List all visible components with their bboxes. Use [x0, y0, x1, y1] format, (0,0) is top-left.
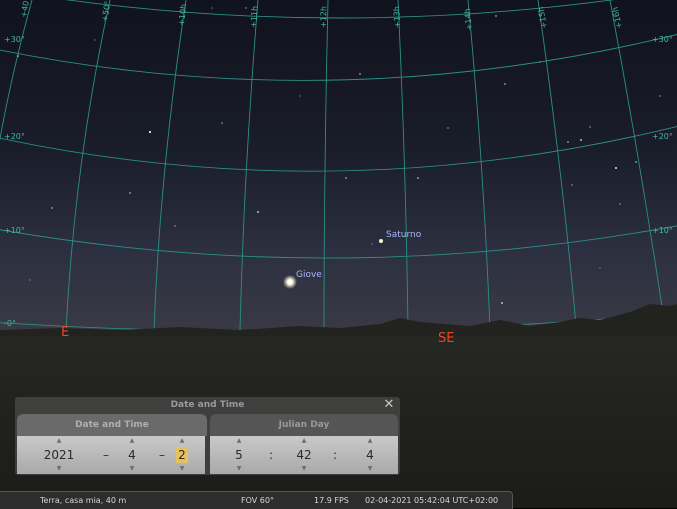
- arrow-up-icon[interactable]: ▲: [359, 437, 381, 445]
- arrow-down-icon[interactable]: ▼: [37, 465, 81, 473]
- cardinal-southeast: SE: [438, 331, 454, 346]
- minute-value[interactable]: 42: [290, 447, 318, 463]
- dialog-title: Date and Time: [170, 400, 245, 410]
- status-fov: FOV 60°: [241, 496, 274, 505]
- grid-label-top-3: +11h: [249, 6, 260, 29]
- second-spinbox[interactable]: ▲ 4 ▼: [359, 436, 381, 474]
- grid-label-top-4: +12h: [319, 6, 328, 28]
- cardinal-east: E: [61, 325, 69, 340]
- arrow-down-icon[interactable]: ▼: [176, 465, 188, 473]
- saturn-label: Saturno: [386, 230, 422, 240]
- date-time-dialog: Date and Time ✕ Date and Time Julian Day…: [15, 397, 400, 475]
- date-separator: –: [159, 448, 165, 462]
- hour-spinbox[interactable]: ▲ 5 ▼: [228, 436, 250, 474]
- arrow-up-icon[interactable]: ▲: [176, 437, 188, 445]
- status-location: Terra, casa mia, 40 m: [40, 496, 127, 505]
- jupiter-marker[interactable]: [287, 279, 293, 285]
- arrow-down-icon[interactable]: ▼: [121, 465, 143, 473]
- arrow-down-icon[interactable]: ▼: [359, 465, 381, 473]
- tab-date-time[interactable]: Date and Time: [17, 414, 207, 436]
- arrow-up-icon[interactable]: ▲: [228, 437, 250, 445]
- year-spinbox[interactable]: ▲ 2021 ▼: [37, 436, 81, 474]
- status-bar: Terra, casa mia, 40 m FOV 60° 17.9 FPS 0…: [0, 491, 513, 509]
- time-panel: ▲ 5 ▼ : ▲ 42 ▼ : ▲ 4 ▼: [210, 436, 398, 474]
- arrow-down-icon[interactable]: ▼: [290, 465, 318, 473]
- status-datetime: 02-04-2021 05:42:04 UTC+02:00: [365, 496, 499, 505]
- year-value[interactable]: 2021: [37, 447, 81, 463]
- time-separator: :: [333, 448, 338, 462]
- day-spinbox[interactable]: ▲ 2 ▼: [176, 436, 188, 474]
- alt-label-left-0: -0°: [4, 319, 16, 328]
- saturn-marker[interactable]: [379, 239, 383, 243]
- grid-label-top-5: +13h: [392, 6, 402, 28]
- month-value[interactable]: 4: [121, 447, 143, 463]
- arrow-up-icon[interactable]: ▲: [37, 437, 81, 445]
- alt-label-left-30: +30°: [4, 35, 25, 44]
- date-panel: ▲ 2021 ▼ – ▲ 4 ▼ – ▲ 2 ▼: [17, 436, 205, 474]
- tab-julian-day[interactable]: Julian Day: [210, 414, 398, 436]
- close-icon[interactable]: ✕: [382, 398, 396, 412]
- second-value[interactable]: 4: [359, 447, 381, 463]
- minute-spinbox[interactable]: ▲ 42 ▼: [290, 436, 318, 474]
- hour-value[interactable]: 5: [228, 447, 250, 463]
- alt-label-left-20: +20°: [4, 132, 25, 141]
- arrow-down-icon[interactable]: ▼: [228, 465, 250, 473]
- arrow-up-icon[interactable]: ▲: [121, 437, 143, 445]
- date-separator: –: [103, 448, 109, 462]
- status-fps: 17.9 FPS: [314, 496, 349, 505]
- alt-label-right-30: +30°: [652, 35, 673, 44]
- month-spinbox[interactable]: ▲ 4 ▼: [121, 436, 143, 474]
- alt-label-right-10: +10°: [652, 226, 673, 235]
- jupiter-label: Giove: [296, 270, 322, 280]
- alt-label-left-10: +10°: [4, 226, 25, 235]
- arrow-up-icon[interactable]: ▲: [290, 437, 318, 445]
- time-separator: :: [269, 448, 274, 462]
- day-value[interactable]: 2: [176, 447, 188, 463]
- sky-background: [0, 0, 677, 340]
- alt-label-right-20: +20°: [652, 132, 673, 141]
